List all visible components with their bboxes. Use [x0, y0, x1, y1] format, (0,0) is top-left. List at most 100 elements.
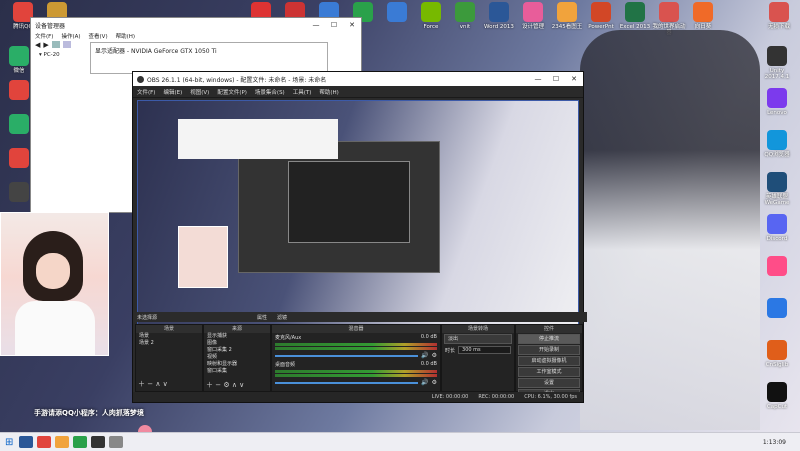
desktop-icon[interactable]: CapCut	[758, 382, 796, 410]
toolbar-icon[interactable]	[51, 41, 60, 48]
audio-meter	[275, 343, 437, 346]
device-tree-node[interactable]: ▾ PC-20	[39, 52, 60, 58]
app-icon	[489, 2, 509, 22]
obs-menu-view[interactable]: 视图(V)	[190, 88, 209, 96]
transitions-header: 场景转场	[442, 325, 514, 333]
desktop-icon[interactable]: QQ浏览器	[758, 130, 796, 158]
device-manager-menubar: 文件(F) 操作(A) 查看(V) 帮助(H)	[35, 32, 135, 40]
obs-menu-profile[interactable]: 配置文件(P)	[217, 88, 247, 96]
source-item[interactable]: 映射和显示器	[204, 361, 270, 368]
close-icon[interactable]: ✕	[343, 21, 361, 29]
desktop-icon[interactable]	[758, 256, 796, 278]
taskbar-app-icon[interactable]	[19, 436, 34, 448]
controls-panel: 控件 停止推流 开始录制 启动虚拟摄像机 工作室模式 设置 退出	[515, 324, 583, 399]
desktop-icon[interactable]: Discord	[758, 214, 796, 242]
source-item[interactable]: 窗口采集 2	[204, 347, 270, 354]
overlay-text: 手游请添QQ小程序：人肉抓落梦境	[34, 409, 144, 417]
source-item[interactable]: 显示捕获	[204, 333, 270, 340]
desktop-icon[interactable]: Word 2013	[480, 2, 518, 30]
studio-mode-button[interactable]: 工作室模式	[518, 367, 580, 377]
desktop-icon[interactable]: 向日葵	[684, 2, 722, 30]
taskbar-app-icon[interactable]	[73, 436, 88, 448]
gear-icon[interactable]: ⚙	[432, 352, 437, 359]
app-icon	[387, 2, 407, 22]
properties-button[interactable]: 属性	[257, 314, 267, 321]
app-icon	[767, 298, 787, 318]
source-controls: ＋ − ⚙ ∧ ∨	[206, 381, 245, 389]
desktop-icon[interactable]: Excel 2013	[616, 2, 654, 30]
forward-icon[interactable]: ▶	[43, 41, 48, 49]
webcam-face	[36, 253, 70, 289]
volume-slider[interactable]	[275, 354, 419, 357]
desktop-icon[interactable]: Force	[412, 2, 450, 30]
audio-meter	[275, 370, 437, 373]
obs-window[interactable]: OBS 26.1.1 (64-bit, windows) - 配置文件: 未命名…	[132, 71, 587, 403]
scene-item[interactable]: 场景 2	[136, 340, 202, 347]
menu-help[interactable]: 帮助(H)	[116, 32, 135, 40]
obs-menu-help[interactable]: 帮助(H)	[319, 88, 338, 96]
app-icon	[659, 2, 679, 22]
transition-type-select[interactable]: 淡出	[444, 334, 512, 344]
stop-streaming-button[interactable]: 停止推流	[518, 334, 580, 344]
obs-menu-scene-collection[interactable]: 场景集合(S)	[255, 88, 285, 96]
back-icon[interactable]: ◀	[35, 41, 40, 49]
obs-menu-file[interactable]: 文件(F)	[137, 88, 155, 96]
maximize-icon[interactable]: ☐	[547, 75, 565, 83]
taskbar-app-icon[interactable]	[109, 436, 124, 448]
obs-menu-tools[interactable]: 工具(T)	[293, 88, 312, 96]
obs-menubar: 文件(F) 编辑(E) 视图(V) 配置文件(P) 场景集合(S) 工具(T) …	[133, 86, 583, 98]
volume-slider[interactable]	[275, 381, 419, 384]
speaker-icon[interactable]: 🔊	[421, 352, 428, 359]
desktop-icon[interactable]: 2345看图王	[548, 2, 586, 30]
source-item[interactable]: 图像	[204, 340, 270, 347]
close-icon[interactable]: ✕	[565, 75, 583, 83]
desktop-icon[interactable]: 英雄联盟WeGame	[758, 172, 796, 206]
speaker-icon[interactable]: 🔊	[421, 379, 428, 386]
desktop-icon[interactable]: PowerPnt	[582, 2, 620, 30]
taskbar-app-icon[interactable]	[37, 436, 52, 448]
filters-button[interactable]: 滤镜	[277, 314, 287, 321]
desktop-icon-label: 无损下载	[767, 24, 790, 30]
desktop-icon[interactable]: 无损下载	[760, 2, 798, 30]
app-icon	[9, 148, 29, 168]
desktop-icon[interactable]	[378, 2, 416, 24]
menu-file[interactable]: 文件(F)	[35, 32, 53, 40]
duration-input[interactable]: 300 ms	[458, 346, 511, 354]
virtual-camera-button[interactable]: 启动虚拟摄像机	[518, 356, 580, 366]
scene-item[interactable]: 场景	[136, 333, 202, 340]
desktop-icon[interactable]: CnSiglib	[758, 340, 796, 368]
device-manager-titlebar[interactable]: 设备管理器 — ☐ ✕	[31, 18, 361, 32]
windows-start-icon[interactable]: ⊞	[5, 437, 13, 448]
clock[interactable]: 1:13:09	[763, 439, 786, 446]
desktop-icon[interactable]	[758, 298, 796, 320]
minimize-icon[interactable]: —	[307, 21, 325, 29]
menu-view[interactable]: 查看(V)	[89, 32, 108, 40]
gear-icon[interactable]: ⚙	[432, 379, 437, 386]
desktop-icon[interactable]: Lenovo	[758, 88, 796, 116]
obs-menu-edit[interactable]: 编辑(E)	[163, 88, 182, 96]
mixer-panel: 混音器 麦克风/Aux 0.0 dB 🔊 ⚙ 桌面音频 0.0 dB 🔊 ⚙	[271, 324, 441, 392]
source-item[interactable]: 视频	[204, 354, 270, 361]
start-recording-button[interactable]: 开始录制	[518, 345, 580, 355]
minimize-icon[interactable]: —	[529, 75, 547, 83]
settings-button[interactable]: 设置	[518, 378, 580, 388]
gpu-properties-window[interactable]: 显示适配器 - NVIDIA GeForce GTX 1050 Ti	[90, 42, 328, 74]
obs-titlebar[interactable]: OBS 26.1.1 (64-bit, windows) - 配置文件: 未命名…	[133, 72, 583, 86]
desktop-icon-label: Discord	[766, 236, 788, 242]
taskbar-app-icon[interactable]	[55, 436, 70, 448]
source-item[interactable]: 窗口采集	[204, 368, 270, 375]
taskbar: ⊞ 1:13:09	[0, 432, 800, 451]
toolbar-icon[interactable]	[62, 41, 71, 48]
maximize-icon[interactable]: ☐	[325, 21, 343, 29]
scenes-header: 场景	[136, 325, 202, 333]
desktop-icon-label: PowerPnt	[588, 24, 614, 30]
taskbar-app-icon[interactable]	[91, 436, 106, 448]
app-icon	[9, 182, 29, 202]
menu-action[interactable]: 操作(A)	[61, 32, 80, 40]
preview-inner-window-2	[288, 161, 410, 243]
transitions-panel: 场景转场 淡出 时长 300 ms	[441, 324, 515, 392]
webcam-body	[15, 301, 95, 355]
desktop-icon[interactable]: vnit	[446, 2, 484, 30]
desktop-icon[interactable]: 设计管理	[514, 2, 552, 30]
desktop-icon[interactable]: Unity 2017.4.1	[758, 46, 796, 80]
